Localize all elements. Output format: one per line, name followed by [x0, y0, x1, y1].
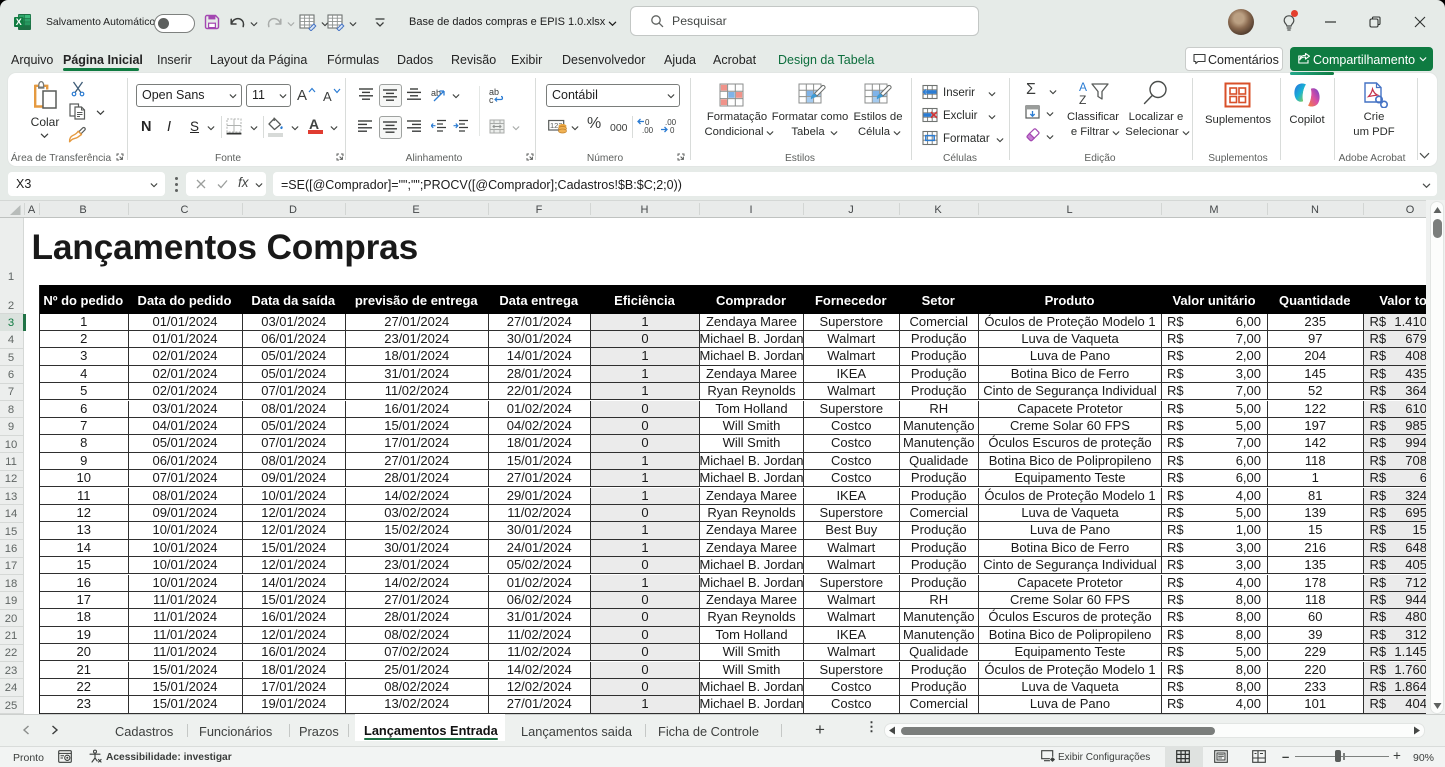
svg-text:0: 0 — [670, 126, 675, 134]
svg-text:X: X — [16, 17, 22, 27]
svg-text:ab: ab — [431, 88, 441, 98]
svg-text:.00: .00 — [642, 126, 654, 134]
svg-text:c: c — [489, 95, 494, 103]
